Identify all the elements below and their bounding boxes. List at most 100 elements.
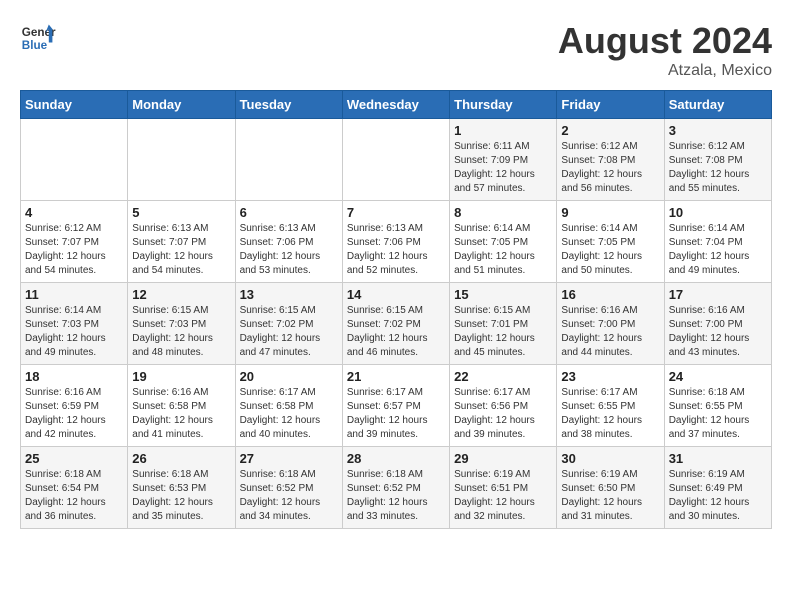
header-friday: Friday bbox=[557, 91, 664, 119]
page-header: General Blue August 2024 Atzala, Mexico bbox=[20, 20, 772, 80]
calendar-cell: 20 Sunrise: 6:17 AM Sunset: 6:58 PM Dayli… bbox=[235, 365, 342, 447]
day-number: 14 bbox=[347, 287, 445, 302]
day-number: 2 bbox=[561, 123, 659, 138]
calendar-cell: 7Sunrise: 6:13 AM Sunset: 7:06 PM Daylig… bbox=[342, 201, 449, 283]
day-info: Sunrise: 6:15 AM Sunset: 7:03 PM Dayligh… bbox=[132, 304, 230, 360]
calendar-cell: 22Sunrise: 6:17 AM Sunset: 6:56 PM Dayli… bbox=[450, 365, 557, 447]
day-info: Sunrise: 6:15 AM Sunset: 7:02 PM Dayligh… bbox=[240, 304, 338, 360]
day-number: 1 bbox=[454, 123, 552, 138]
day-number: 23 bbox=[561, 369, 659, 384]
day-number: 22 bbox=[454, 369, 552, 384]
day-info: Sunrise: 6:13 AM Sunset: 7:06 PM Dayligh… bbox=[347, 222, 445, 278]
day-info: Sunrise: 6:13 AM Sunset: 7:06 PM Dayligh… bbox=[240, 222, 338, 278]
day-number: 6 bbox=[240, 205, 338, 220]
day-info: Sunrise: 6:16 AM Sunset: 6:58 PM Dayligh… bbox=[132, 386, 230, 442]
day-number: 4 bbox=[25, 205, 123, 220]
day-number: 28 bbox=[347, 451, 445, 466]
calendar-cell: 4Sunrise: 6:12 AM Sunset: 7:07 PM Daylig… bbox=[21, 201, 128, 283]
day-info: Sunrise: 6:12 AM Sunset: 7:08 PM Dayligh… bbox=[561, 140, 659, 196]
calendar-cell: 8 Sunrise: 6:14 AM Sunset: 7:05 PM Daylig… bbox=[450, 201, 557, 283]
calendar-week-5: 25Sunrise: 6:18 AM Sunset: 6:54 PM Dayli… bbox=[21, 447, 772, 529]
calendar-table: SundayMondayTuesdayWednesdayThursdayFrid… bbox=[20, 90, 772, 529]
logo: General Blue bbox=[20, 20, 56, 56]
calendar-cell: 11 Sunrise: 6:14 AM Sunset: 7:03 PM Dayli… bbox=[21, 283, 128, 365]
title-block: August 2024 Atzala, Mexico bbox=[558, 20, 772, 80]
header-tuesday: Tuesday bbox=[235, 91, 342, 119]
day-number: 20 bbox=[240, 369, 338, 384]
day-number: 24 bbox=[669, 369, 767, 384]
day-info: Sunrise: 6:11 AM Sunset: 7:09 PM Dayligh… bbox=[454, 140, 552, 196]
day-number: 30 bbox=[561, 451, 659, 466]
calendar-cell: 27Sunrise: 6:18 AM Sunset: 6:52 PM Dayli… bbox=[235, 447, 342, 529]
calendar-cell: 21 Sunrise: 6:17 AM Sunset: 6:57 PM Dayli… bbox=[342, 365, 449, 447]
month-year: August 2024 bbox=[558, 20, 772, 62]
calendar-week-2: 4Sunrise: 6:12 AM Sunset: 7:07 PM Daylig… bbox=[21, 201, 772, 283]
day-info: Sunrise: 6:17 AM Sunset: 6:57 PM Dayligh… bbox=[347, 386, 445, 442]
calendar-cell: 1 Sunrise: 6:11 AM Sunset: 7:09 PM Daylig… bbox=[450, 119, 557, 201]
calendar-cell: 19 Sunrise: 6:16 AM Sunset: 6:58 PM Dayli… bbox=[128, 365, 235, 447]
day-info: Sunrise: 6:19 AM Sunset: 6:51 PM Dayligh… bbox=[454, 468, 552, 524]
day-number: 17 bbox=[669, 287, 767, 302]
day-info: Sunrise: 6:17 AM Sunset: 6:55 PM Dayligh… bbox=[561, 386, 659, 442]
calendar-cell: 26Sunrise: 6:18 AM Sunset: 6:53 PM Dayli… bbox=[128, 447, 235, 529]
day-number: 9 bbox=[561, 205, 659, 220]
calendar-cell bbox=[128, 119, 235, 201]
day-number: 21 bbox=[347, 369, 445, 384]
calendar-cell: 6 Sunrise: 6:13 AM Sunset: 7:06 PM Daylig… bbox=[235, 201, 342, 283]
calendar-cell: 10Sunrise: 6:14 AM Sunset: 7:04 PM Dayli… bbox=[664, 201, 771, 283]
day-info: Sunrise: 6:15 AM Sunset: 7:02 PM Dayligh… bbox=[347, 304, 445, 360]
day-number: 12 bbox=[132, 287, 230, 302]
day-number: 3 bbox=[669, 123, 767, 138]
calendar-cell: 9 Sunrise: 6:14 AM Sunset: 7:05 PM Daylig… bbox=[557, 201, 664, 283]
day-number: 16 bbox=[561, 287, 659, 302]
day-number: 13 bbox=[240, 287, 338, 302]
svg-text:Blue: Blue bbox=[22, 39, 48, 52]
day-number: 26 bbox=[132, 451, 230, 466]
calendar-cell: 2 Sunrise: 6:12 AM Sunset: 7:08 PM Daylig… bbox=[557, 119, 664, 201]
day-number: 19 bbox=[132, 369, 230, 384]
calendar-cell: 15 Sunrise: 6:15 AM Sunset: 7:01 PM Dayli… bbox=[450, 283, 557, 365]
day-number: 31 bbox=[669, 451, 767, 466]
header-saturday: Saturday bbox=[664, 91, 771, 119]
calendar-cell bbox=[235, 119, 342, 201]
calendar-cell: 29 Sunrise: 6:19 AM Sunset: 6:51 PM Dayli… bbox=[450, 447, 557, 529]
calendar-cell: 25Sunrise: 6:18 AM Sunset: 6:54 PM Dayli… bbox=[21, 447, 128, 529]
day-number: 10 bbox=[669, 205, 767, 220]
calendar-cell: 12 Sunrise: 6:15 AM Sunset: 7:03 PM Dayli… bbox=[128, 283, 235, 365]
calendar-cell: 14 Sunrise: 6:15 AM Sunset: 7:02 PM Dayli… bbox=[342, 283, 449, 365]
day-info: Sunrise: 6:16 AM Sunset: 6:59 PM Dayligh… bbox=[25, 386, 123, 442]
day-info: Sunrise: 6:15 AM Sunset: 7:01 PM Dayligh… bbox=[454, 304, 552, 360]
calendar-cell: 23 Sunrise: 6:17 AM Sunset: 6:55 PM Dayli… bbox=[557, 365, 664, 447]
calendar-week-3: 11 Sunrise: 6:14 AM Sunset: 7:03 PM Dayli… bbox=[21, 283, 772, 365]
logo-icon: General Blue bbox=[20, 20, 56, 56]
calendar-cell: 17Sunrise: 6:16 AM Sunset: 7:00 PM Dayli… bbox=[664, 283, 771, 365]
day-info: Sunrise: 6:13 AM Sunset: 7:07 PM Dayligh… bbox=[132, 222, 230, 278]
calendar-cell: 31 Sunrise: 6:19 AM Sunset: 6:49 PM Dayli… bbox=[664, 447, 771, 529]
day-number: 8 bbox=[454, 205, 552, 220]
header-monday: Monday bbox=[128, 91, 235, 119]
day-info: Sunrise: 6:19 AM Sunset: 6:49 PM Dayligh… bbox=[669, 468, 767, 524]
day-number: 18 bbox=[25, 369, 123, 384]
day-info: Sunrise: 6:18 AM Sunset: 6:52 PM Dayligh… bbox=[347, 468, 445, 524]
calendar-cell: 24Sunrise: 6:18 AM Sunset: 6:55 PM Dayli… bbox=[664, 365, 771, 447]
calendar-cell bbox=[21, 119, 128, 201]
day-number: 5 bbox=[132, 205, 230, 220]
day-info: Sunrise: 6:18 AM Sunset: 6:54 PM Dayligh… bbox=[25, 468, 123, 524]
calendar-cell: 18 Sunrise: 6:16 AM Sunset: 6:59 PM Dayli… bbox=[21, 365, 128, 447]
day-info: Sunrise: 6:14 AM Sunset: 7:05 PM Dayligh… bbox=[561, 222, 659, 278]
day-info: Sunrise: 6:14 AM Sunset: 7:03 PM Dayligh… bbox=[25, 304, 123, 360]
calendar-cell: 13 Sunrise: 6:15 AM Sunset: 7:02 PM Dayli… bbox=[235, 283, 342, 365]
day-number: 11 bbox=[25, 287, 123, 302]
calendar-week-4: 18 Sunrise: 6:16 AM Sunset: 6:59 PM Dayli… bbox=[21, 365, 772, 447]
day-info: Sunrise: 6:17 AM Sunset: 6:58 PM Dayligh… bbox=[240, 386, 338, 442]
calendar-cell bbox=[342, 119, 449, 201]
day-info: Sunrise: 6:14 AM Sunset: 7:05 PM Dayligh… bbox=[454, 222, 552, 278]
calendar-header-row: SundayMondayTuesdayWednesdayThursdayFrid… bbox=[21, 91, 772, 119]
calendar-cell: 5 Sunrise: 6:13 AM Sunset: 7:07 PM Daylig… bbox=[128, 201, 235, 283]
header-thursday: Thursday bbox=[450, 91, 557, 119]
header-sunday: Sunday bbox=[21, 91, 128, 119]
calendar-cell: 3Sunrise: 6:12 AM Sunset: 7:08 PM Daylig… bbox=[664, 119, 771, 201]
day-number: 15 bbox=[454, 287, 552, 302]
day-info: Sunrise: 6:19 AM Sunset: 6:50 PM Dayligh… bbox=[561, 468, 659, 524]
day-number: 29 bbox=[454, 451, 552, 466]
